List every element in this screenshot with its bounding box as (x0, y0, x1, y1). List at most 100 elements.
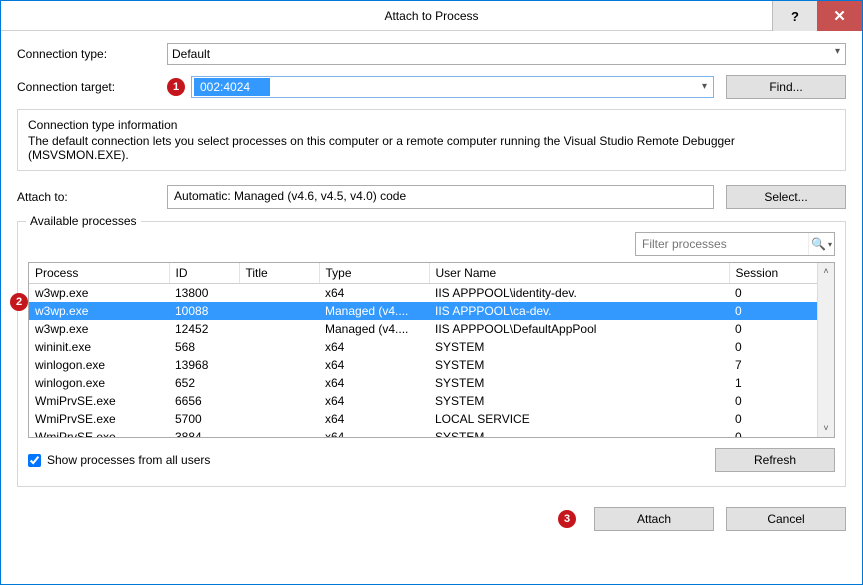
cell-id: 6656 (169, 392, 239, 410)
cell-session: 0 (729, 410, 817, 428)
cell-id: 652 (169, 374, 239, 392)
table-row[interactable]: wininit.exe568x64SYSTEM0 (29, 338, 817, 356)
cell-type: x64 (319, 374, 429, 392)
process-table-scroll[interactable]: Process ID Title Type User Name Session … (29, 263, 817, 437)
cell-session: 1 (729, 374, 817, 392)
attach-button[interactable]: Attach (594, 507, 714, 531)
vertical-scrollbar[interactable]: ˄ ˅ (817, 263, 834, 437)
cell-id: 13800 (169, 284, 239, 303)
search-icon[interactable]: 🔍▾ (808, 233, 834, 255)
cell-user: LOCAL SERVICE (429, 410, 729, 428)
filter-input-wrap[interactable]: 🔍▾ (635, 232, 835, 256)
cell-type: x64 (319, 410, 429, 428)
cell-process: w3wp.exe (29, 302, 169, 320)
connection-info-box: Connection type information The default … (17, 109, 846, 171)
help-button[interactable]: ? (772, 1, 817, 31)
connection-info-body: The default connection lets you select p… (28, 134, 835, 162)
table-row[interactable]: w3wp.exe10088Managed (v4....IIS APPPOOL\… (29, 302, 817, 320)
cell-user: SYSTEM (429, 374, 729, 392)
close-button[interactable]: ✕ (817, 1, 862, 31)
col-id[interactable]: ID (169, 263, 239, 284)
cell-type: x64 (319, 338, 429, 356)
cell-session: 0 (729, 428, 817, 437)
table-row[interactable]: WmiPrvSE.exe5700 x64LOCAL SERVICE0 (29, 410, 817, 428)
cell-process: winlogon.exe (29, 374, 169, 392)
cell-process: WmiPrvSE.exe (29, 428, 169, 437)
attach-to-row: Attach to: Automatic: Managed (v4.6, v4.… (17, 185, 846, 209)
cell-type: x64 (319, 392, 429, 410)
dialog-buttons: 3 Attach Cancel (17, 507, 846, 531)
cancel-button[interactable]: Cancel (726, 507, 846, 531)
cell-title (239, 428, 319, 437)
cell-session: 7 (729, 356, 817, 374)
cell-process: w3wp.exe (29, 284, 169, 303)
scroll-up-icon[interactable]: ˄ (818, 263, 834, 280)
cell-user: SYSTEM (429, 356, 729, 374)
show-all-users-label: Show processes from all users (47, 453, 210, 467)
cell-user: SYSTEM (429, 338, 729, 356)
cell-session: 0 (729, 392, 817, 410)
process-table: Process ID Title Type User Name Session … (29, 263, 817, 437)
cell-process: WmiPrvSE.exe (29, 410, 169, 428)
cell-process: w3wp.exe (29, 320, 169, 338)
refresh-button[interactable]: Refresh (715, 448, 835, 472)
cell-title (239, 356, 319, 374)
col-title[interactable]: Title (239, 263, 319, 284)
table-row[interactable]: WmiPrvSE.exe6656x64SYSTEM0 (29, 392, 817, 410)
find-button[interactable]: Find... (726, 75, 846, 99)
cell-type: x64 (319, 356, 429, 374)
filter-processes-input[interactable] (636, 234, 808, 254)
table-row[interactable]: w3wp.exe13800 x64IIS APPPOOL\identity-dev… (29, 284, 817, 303)
col-type[interactable]: Type (319, 263, 429, 284)
table-header-row: Process ID Title Type User Name Session (29, 263, 817, 284)
table-row[interactable]: WmiPrvSE.exe3884 x64SYSTEM0 (29, 428, 817, 437)
select-button[interactable]: Select... (726, 185, 846, 209)
cell-session: 0 (729, 284, 817, 303)
cell-title (239, 320, 319, 338)
dialog-title: Attach to Process (384, 9, 478, 23)
cell-id: 3884 (169, 428, 239, 437)
cell-user: IIS APPPOOL\ca-dev. (429, 302, 729, 320)
callout-marker-1: 1 (167, 78, 185, 96)
chevron-down-icon: ▾ (702, 81, 707, 92)
callout-marker-3: 3 (558, 510, 576, 528)
cell-id: 13968 (169, 356, 239, 374)
cell-user: IIS APPPOOL\identity-dev. (429, 284, 729, 303)
connection-type-row: Connection type: Default ▾ (17, 43, 846, 65)
col-session[interactable]: Session (729, 263, 817, 284)
connection-target-input[interactable]: 002:4024 ▾ (191, 76, 714, 98)
cell-title (239, 392, 319, 410)
cell-type: x64 (319, 428, 429, 437)
show-all-users-input[interactable] (28, 454, 41, 467)
cell-id: 12452 (169, 320, 239, 338)
table-row[interactable]: winlogon.exe13968 x64SYSTEM7 (29, 356, 817, 374)
cell-session: 0 (729, 302, 817, 320)
cell-type: x64 (319, 284, 429, 303)
table-row[interactable]: w3wp.exe12452 Managed (v4....IIS APPPOOL\… (29, 320, 817, 338)
table-row[interactable]: winlogon.exe652 x64SYSTEM1 (29, 374, 817, 392)
connection-type-select[interactable]: Default ▾ (167, 43, 846, 65)
cell-user: SYSTEM (429, 428, 729, 437)
cell-title (239, 338, 319, 356)
cell-process: winlogon.exe (29, 356, 169, 374)
cell-user: SYSTEM (429, 392, 729, 410)
available-processes-legend: Available processes (26, 214, 141, 228)
scroll-down-icon[interactable]: ˅ (818, 420, 834, 437)
cell-title (239, 302, 319, 320)
available-processes-group: Available processes 🔍▾ 2 Process ID (17, 221, 846, 487)
window-controls: ? ✕ (772, 1, 862, 31)
connection-target-value: 002:4024 (194, 78, 270, 96)
cell-user: IIS APPPOOL\DefaultAppPool (429, 320, 729, 338)
cell-id: 5700 (169, 410, 239, 428)
cell-type: Managed (v4.... (319, 320, 429, 338)
cell-id: 10088 (169, 302, 239, 320)
dialog-content: Connection type: Default ▾ Connection ta… (1, 31, 862, 543)
attach-to-value: Automatic: Managed (v4.6, v4.5, v4.0) co… (167, 185, 714, 209)
show-all-users-checkbox[interactable]: Show processes from all users (28, 453, 210, 467)
col-user[interactable]: User Name (429, 263, 729, 284)
connection-target-row: Connection target: 1 002:4024 ▾ Find... (17, 75, 846, 99)
connection-target-label: Connection target: (17, 80, 167, 94)
col-process[interactable]: Process (29, 263, 169, 284)
cell-session: 0 (729, 320, 817, 338)
below-table-row: Show processes from all users Refresh (28, 448, 835, 472)
